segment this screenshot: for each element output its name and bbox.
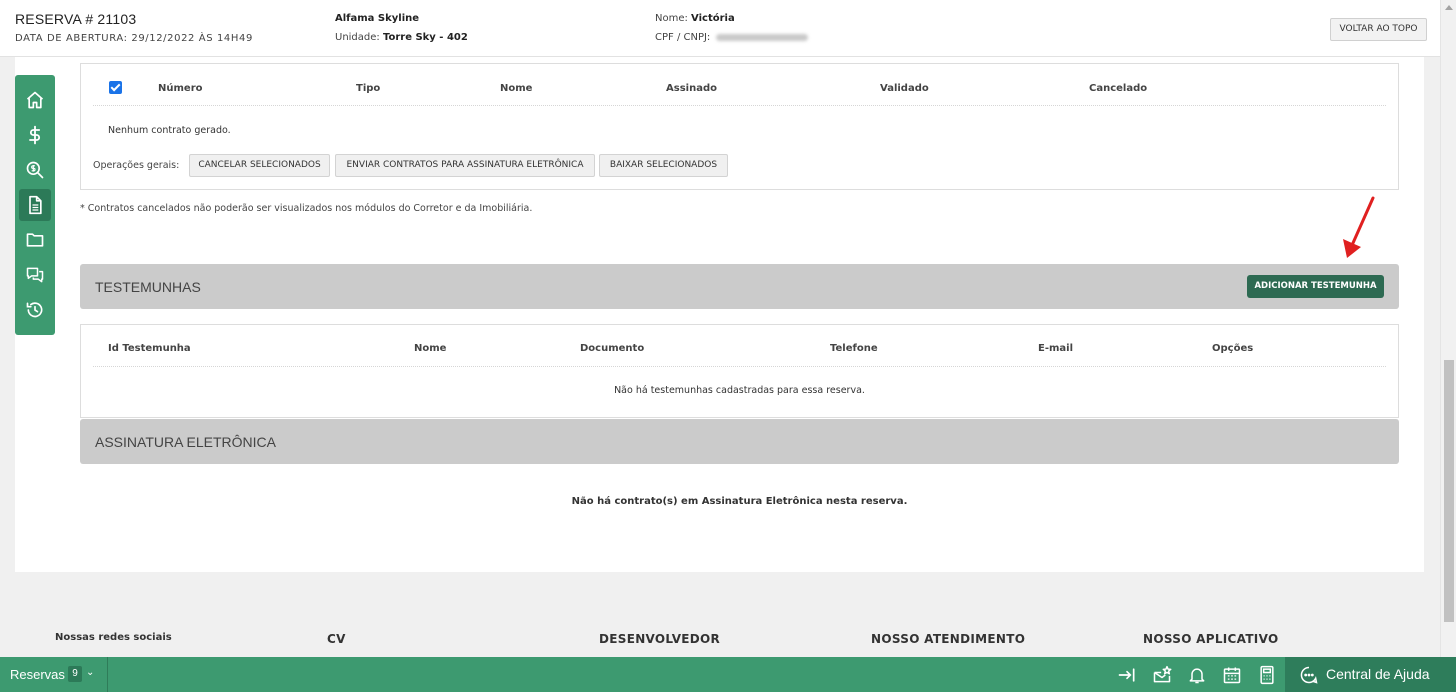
reservas-dropdown[interactable]: Reservas 9 ⌄ [0, 657, 108, 692]
history-icon [26, 302, 43, 318]
col-documento: Documento [580, 343, 645, 354]
help-center-button[interactable]: Central de Ajuda [1285, 657, 1456, 692]
mail-star-icon[interactable] [1152, 665, 1172, 685]
nav-messages[interactable] [19, 259, 51, 291]
cancelled-contracts-note: * Contratos cancelados não poderão ser v… [80, 203, 533, 214]
col-telefone: Telefone [830, 343, 878, 354]
reservation-title: RESERVA # 21103 [15, 11, 137, 27]
calculator-icon[interactable] [1257, 665, 1277, 685]
add-witness-button[interactable]: ADICIONAR TESTEMUNHA [1247, 275, 1384, 298]
scroll-up-arrow[interactable] [1445, 5, 1453, 10]
col-id-testemunha: Id Testemunha [108, 343, 191, 354]
redacted-document [716, 33, 809, 41]
chat-icon [26, 267, 44, 283]
footer-app: NOSSO APLICATIVO [1143, 632, 1279, 646]
esign-title: ASSINATURA ELETRÔNICA [95, 434, 277, 450]
witnesses-section-header: TESTEMUNHAS ADICIONAR TESTEMUNHA [80, 264, 1399, 309]
reservation-header: RESERVA # 21103 DATA DE ABERTURA: 29/12/… [0, 0, 1440, 57]
col-validado: Validado [880, 83, 929, 94]
nav-analysis[interactable] [19, 154, 51, 186]
col-tipo: Tipo [356, 83, 381, 94]
scroll-thumb[interactable] [1444, 360, 1454, 622]
client-name-value: Victória [691, 13, 735, 24]
nav-documents[interactable] [19, 224, 51, 256]
client-document: CPF / CNPJ: [655, 32, 809, 43]
document-icon [29, 195, 42, 215]
calendar-icon[interactable] [1222, 665, 1242, 685]
col-numero: Número [158, 83, 203, 94]
page-scrollbar[interactable] [1440, 0, 1456, 692]
folder-icon [26, 233, 44, 247]
collapse-right-icon[interactable] [1117, 665, 1137, 685]
nav-home[interactable] [19, 84, 51, 116]
col-email: E-mail [1038, 343, 1074, 354]
client-name: Nome: Victória [655, 13, 735, 24]
operations-label: Operações gerais: [93, 160, 180, 171]
help-chat-icon [1300, 666, 1318, 684]
col-opcoes: Opções [1212, 343, 1254, 354]
footer-support: NOSSO ATENDIMENTO [871, 632, 1026, 646]
col-cancelado: Cancelado [1089, 83, 1148, 94]
select-all-checkbox[interactable] [109, 81, 122, 94]
witnesses-empty-message: Não há testemunhas cadastradas para essa… [614, 385, 865, 396]
footer-cv: CV [327, 632, 346, 646]
search-dollar-icon [26, 161, 44, 179]
table-divider [93, 105, 1386, 106]
table-divider [93, 366, 1386, 367]
footer-developer: DESENVOLVEDOR [599, 632, 721, 646]
annotation-arrow-icon [1343, 196, 1375, 258]
nav-financial[interactable] [19, 119, 51, 151]
home-icon [26, 91, 44, 109]
bottom-bar: Reservas 9 ⌄ Central de Ajuda [0, 657, 1456, 692]
unit-info: Unidade: Torre Sky - 402 [335, 32, 468, 43]
unit-value: Torre Sky - 402 [382, 32, 468, 43]
reservas-count-badge: 9 [68, 666, 82, 682]
enterprise-name: Alfama Skyline [335, 13, 420, 24]
bell-icon[interactable] [1187, 665, 1207, 685]
download-selected-button[interactable]: BAIXAR SELECIONADOS [599, 154, 728, 177]
side-navigation [15, 75, 55, 335]
chevron-down-icon: ⌄ [86, 667, 95, 678]
reservas-label: Reservas [10, 667, 65, 682]
nav-history[interactable] [19, 294, 51, 326]
help-center-label: Central de Ajuda [1326, 666, 1430, 682]
col-nome: Nome [500, 83, 533, 94]
witnesses-table: Id Testemunha Nome Documento Telefone E-… [80, 324, 1399, 418]
cancel-selected-button[interactable]: CANCELAR SELECIONADOS [189, 154, 330, 177]
contracts-empty-message: Nenhum contrato gerado. [108, 125, 231, 136]
social-networks-title: Nossas redes sociais [55, 632, 172, 643]
witnesses-title: TESTEMUNHAS [95, 279, 201, 295]
contracts-table: Número Tipo Nome Assinado Validado Cance… [80, 63, 1399, 190]
nav-contracts[interactable] [19, 189, 51, 221]
back-to-top-button[interactable]: VOLTAR AO TOPO [1330, 18, 1427, 41]
col-assinado: Assinado [666, 83, 717, 94]
col-nome: Nome [414, 343, 447, 354]
send-esign-button[interactable]: ENVIAR CONTRATOS PARA ASSINATURA ELETRÔN… [335, 154, 595, 177]
dollar-icon [29, 125, 41, 145]
opening-date: DATA DE ABERTURA: 29/12/2022 ÀS 14H49 [15, 33, 253, 44]
esign-section-header: ASSINATURA ELETRÔNICA [80, 419, 1399, 464]
esign-empty-message: Não há contrato(s) em Assinatura Eletrôn… [571, 496, 908, 507]
